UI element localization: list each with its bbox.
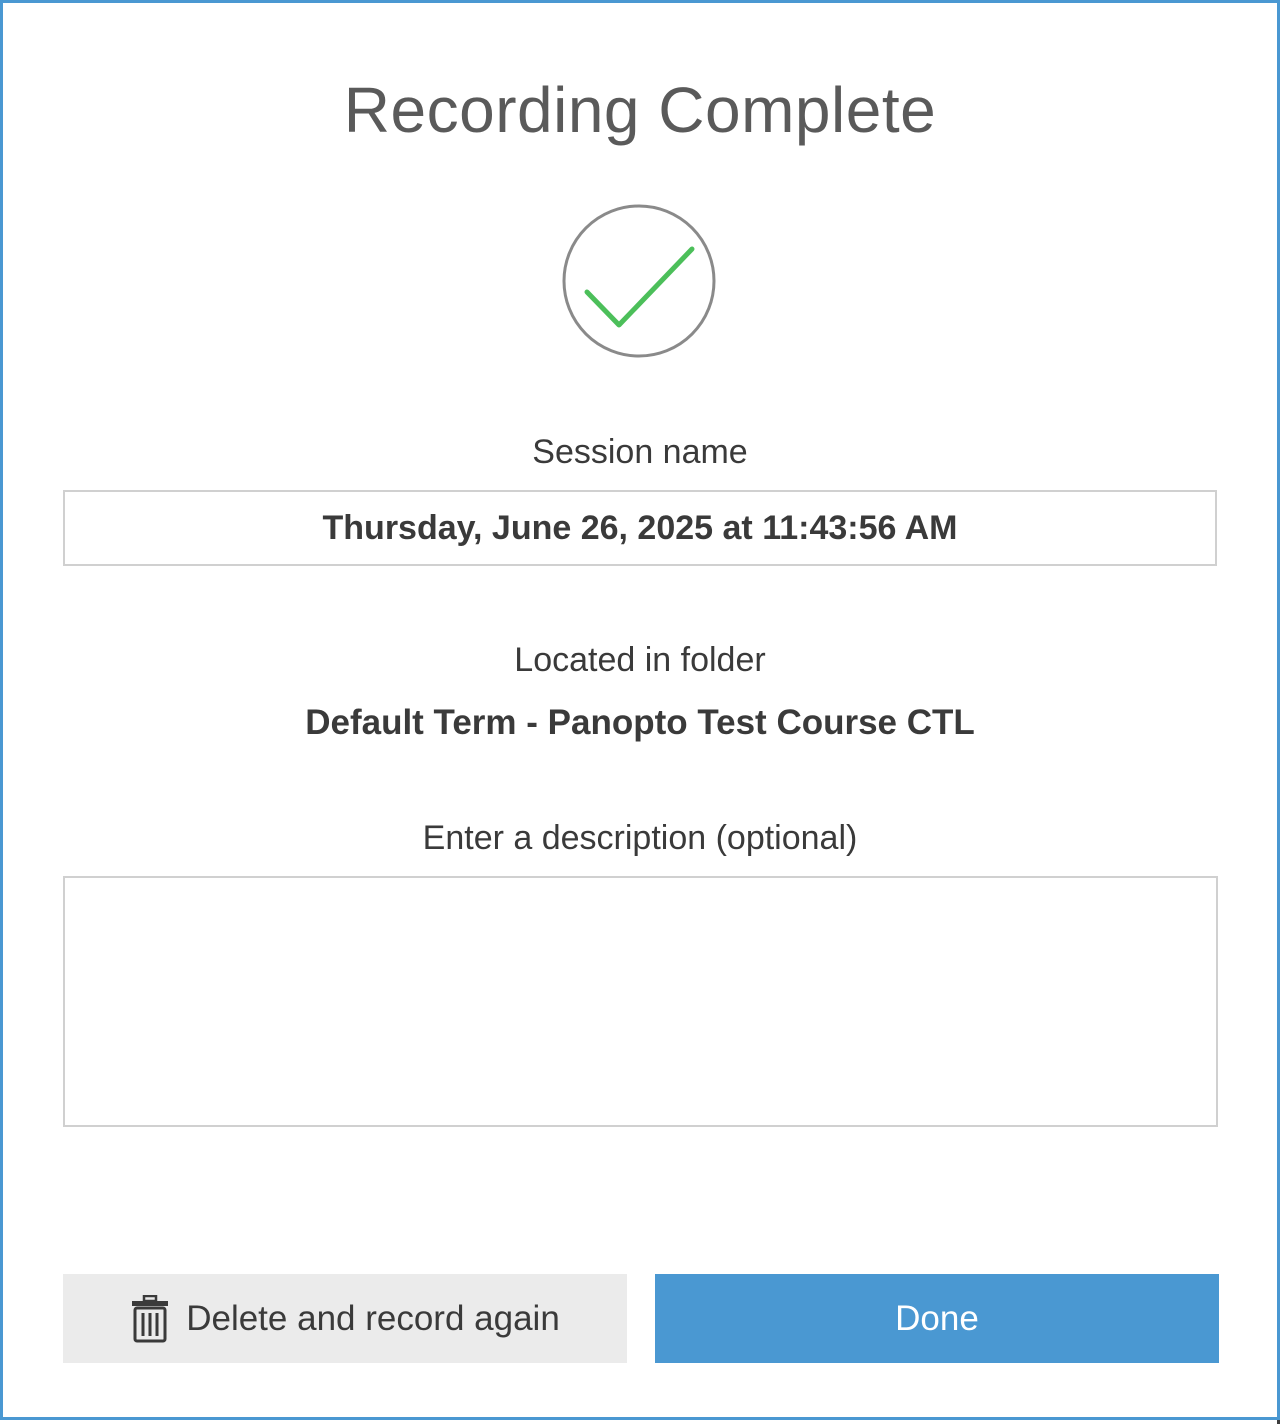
checkmark-circle-icon xyxy=(562,204,716,358)
folder-label: Located in folder xyxy=(514,641,766,679)
description-label: Enter a description (optional) xyxy=(422,819,858,857)
description-textarea[interactable] xyxy=(63,876,1218,1127)
session-name-input[interactable] xyxy=(63,490,1217,566)
delete-and-record-again-button[interactable]: Delete and record again xyxy=(63,1274,627,1363)
done-button[interactable]: Done xyxy=(655,1274,1219,1363)
dialog-title: Recording Complete xyxy=(343,74,937,146)
folder-name: Default Term - Panopto Test Course CTL xyxy=(305,703,975,742)
session-name-label: Session name xyxy=(532,433,748,471)
recording-complete-dialog: Recording Complete Session name Located … xyxy=(0,0,1280,1420)
delete-button-label: Delete and record again xyxy=(186,1298,560,1338)
trash-icon xyxy=(132,1294,169,1342)
